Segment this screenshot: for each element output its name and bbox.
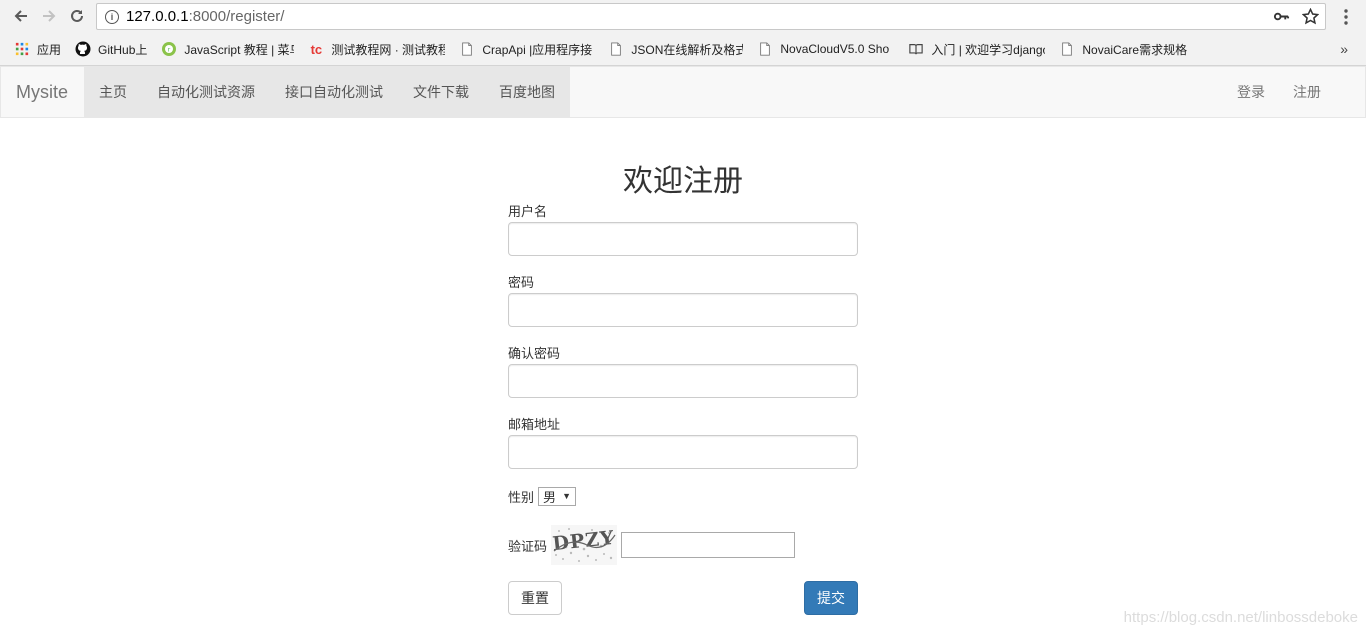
- tc-icon: tc: [310, 41, 323, 57]
- page-icon: [608, 41, 624, 57]
- watermark-text: https://blog.csdn.net/linbossdeboke: [1123, 609, 1358, 626]
- confirm-password-label: 确认密码: [508, 346, 561, 361]
- login-link[interactable]: 登录: [1223, 67, 1279, 117]
- captcha-row: 验证码 DPZY: [508, 524, 858, 566]
- forward-arrow-icon: [43, 10, 56, 22]
- bookmark-label: 应用: [37, 42, 62, 57]
- back-button[interactable]: [8, 3, 34, 29]
- reset-button[interactable]: 重置: [508, 581, 562, 615]
- bookmark-crapapi[interactable]: CrapApi |应用程序接: [459, 41, 594, 58]
- key-icon[interactable]: [1273, 8, 1290, 25]
- bookmark-django[interactable]: 入门 | 欢迎学习django: [908, 41, 1045, 58]
- back-arrow-icon: [14, 10, 27, 22]
- submit-button[interactable]: 提交: [804, 581, 858, 615]
- nav-item-api-automation[interactable]: 接口自动化测试: [270, 67, 398, 117]
- captcha-label: 验证码: [508, 538, 548, 554]
- nav-item-baidu-map[interactable]: 百度地图: [484, 67, 570, 117]
- bookmark-javascript[interactable]: r JavaScript 教程 | 菜鸟: [161, 41, 294, 58]
- bookmarks-bar: 应用 GitHub上 r JavaScript 教程 | 菜鸟 tc 测试教程网…: [0, 33, 1366, 66]
- brand-link[interactable]: Mysite: [1, 67, 84, 117]
- url-host: 127.0.0.1: [126, 8, 189, 25]
- gender-row: 性别 男 ▼: [508, 486, 858, 506]
- url-path: :8000/register/: [188, 8, 285, 25]
- bookmark-label: NovaiCare需求规格: [1082, 42, 1188, 57]
- reload-button[interactable]: [64, 3, 90, 29]
- github-icon: [75, 41, 91, 57]
- bookmark-label: NovaCloudV5.0 Sho: [780, 42, 890, 56]
- bookmark-label: JavaScript 教程 | 菜鸟: [184, 42, 295, 57]
- confirm-password-input[interactable]: [508, 364, 858, 398]
- gender-select[interactable]: 男 ▼: [538, 486, 577, 506]
- page-icon: [1059, 41, 1075, 57]
- apps-grid-icon: [14, 41, 30, 57]
- password-input[interactable]: [508, 293, 858, 327]
- nav-auth: 登录 注册: [1223, 67, 1335, 117]
- gender-label: 性别: [508, 489, 535, 505]
- email-label: 邮箱地址: [508, 417, 561, 432]
- register-link[interactable]: 注册: [1279, 67, 1335, 117]
- nav-item-home[interactable]: 主页: [84, 67, 142, 117]
- bookmark-novacloud[interactable]: NovaCloudV5.0 Sho: [757, 41, 894, 57]
- nav-menu: 主页 自动化测试资源 接口自动化测试 文件下载 百度地图: [84, 67, 570, 117]
- star-bookmark-icon[interactable]: [1302, 8, 1319, 25]
- register-page: 欢迎注册 用户名 密码 确认密码 邮箱地址 性别 男 ▼ 验证码 DPZY 重置…: [0, 118, 1366, 632]
- site-info-icon[interactable]: i: [105, 9, 119, 24]
- nav-item-file-download[interactable]: 文件下载: [398, 67, 484, 117]
- bookmarks-overflow-button[interactable]: »: [1340, 41, 1348, 57]
- bookmark-novaicare[interactable]: NovaiCare需求规格: [1059, 41, 1187, 58]
- nav-item-automation-resources[interactable]: 自动化测试资源: [142, 67, 270, 117]
- bookmark-github[interactable]: GitHub上: [75, 41, 147, 58]
- gender-selected-value: 男: [543, 489, 557, 505]
- bookmark-label: GitHub上: [98, 42, 148, 57]
- page-icon: [459, 41, 475, 57]
- password-label: 密码: [508, 275, 535, 290]
- address-bar[interactable]: i 127.0.0.1:8000/register/: [96, 3, 1326, 30]
- register-form: 用户名 密码 确认密码 邮箱地址 性别 男 ▼ 验证码 DPZY 重置 提交: [508, 204, 858, 615]
- email-input[interactable]: [508, 435, 858, 469]
- bookmark-label: JSON在线解析及格式: [631, 42, 744, 57]
- forward-button[interactable]: [36, 3, 62, 29]
- runoob-icon: r: [161, 41, 177, 57]
- bookmark-apps[interactable]: 应用: [14, 41, 61, 58]
- dropdown-arrow-icon: ▼: [562, 491, 572, 501]
- reload-icon: [71, 9, 83, 22]
- bookmark-label: 测试教程网 · 测试教程: [331, 42, 446, 57]
- form-actions: 重置 提交: [508, 581, 858, 615]
- site-navbar: Mysite 主页 自动化测试资源 接口自动化测试 文件下载 百度地图 登录 注…: [0, 66, 1366, 118]
- captcha-image[interactable]: DPZY: [551, 525, 618, 565]
- page-title: 欢迎注册: [623, 165, 743, 198]
- username-input[interactable]: [508, 222, 858, 256]
- bookmark-label: CrapApi |应用程序接: [482, 42, 593, 57]
- book-icon: [908, 41, 924, 57]
- username-label: 用户名: [508, 204, 548, 219]
- browser-toolbar: i 127.0.0.1:8000/register/: [0, 0, 1366, 33]
- bookmark-json[interactable]: JSON在线解析及格式: [608, 41, 743, 58]
- browser-menu-icon[interactable]: [1338, 8, 1354, 26]
- bookmark-label: 入门 | 欢迎学习django: [931, 42, 1046, 57]
- bookmark-test-tutorial[interactable]: tc 测试教程网 · 测试教程: [308, 41, 446, 58]
- page-icon: [757, 41, 773, 57]
- captcha-input[interactable]: [621, 532, 796, 558]
